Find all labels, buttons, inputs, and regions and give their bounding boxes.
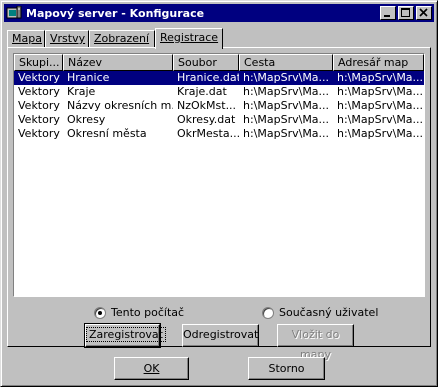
radio-this-computer[interactable]: Tento počítač xyxy=(94,306,184,319)
cell-name: Názvy okresních m... xyxy=(67,99,173,112)
maximize-icon xyxy=(401,8,410,17)
cell-group: Vektory xyxy=(18,99,60,112)
list-header: Skupi... Název Soubor Cesta Adresář map xyxy=(14,54,424,71)
tab-mapa[interactable]: Mapa xyxy=(7,30,45,47)
list-row[interactable]: Vektory Okresní města OkrMesta... h:\Map… xyxy=(14,127,424,141)
cell-map-dir: h:\MapSrv\Ma... xyxy=(337,99,424,112)
registered-layers-list[interactable]: Skupi... Název Soubor Cesta Adresář map … xyxy=(13,53,425,297)
column-header-name[interactable]: Název xyxy=(63,54,173,71)
close-icon xyxy=(419,8,428,17)
tab-label: Vrstvy xyxy=(50,32,86,45)
minimize-button[interactable] xyxy=(380,6,396,20)
close-button[interactable] xyxy=(416,6,432,20)
cell-file: OkrMesta... xyxy=(177,127,239,140)
cancel-button-label: Storno xyxy=(268,362,305,375)
insert-to-map-button[interactable]: Vložit do mapy xyxy=(277,324,354,361)
unregister-button-label: Odregistrovat xyxy=(183,328,259,341)
cell-file: NzOkMst... xyxy=(177,99,237,112)
cell-group: Vektory xyxy=(18,71,60,84)
ok-button-label: OK xyxy=(143,362,160,375)
cell-path: h:\MapSrv\Ma... xyxy=(243,85,330,98)
cell-name: Kraje xyxy=(67,85,96,98)
cell-map-dir: h:\MapSrv\Ma... xyxy=(337,127,424,140)
radio-this-computer-label: Tento počítač xyxy=(111,306,185,319)
cell-group: Vektory xyxy=(18,113,60,126)
tab-registrace[interactable]: Registrace xyxy=(155,28,223,49)
tab-label: Mapa xyxy=(12,32,42,45)
cell-name: Okresy xyxy=(67,113,106,126)
cell-file: Okresy.dat xyxy=(177,113,236,126)
cell-map-dir: h:\MapSrv\Ma... xyxy=(337,71,424,84)
tab-label: Registrace xyxy=(160,31,219,44)
cell-name: Hranice xyxy=(67,71,110,84)
registration-scope-group: Tento počítač Současný uživatel xyxy=(8,306,432,322)
register-button[interactable]: Zaregistrovat xyxy=(84,323,166,348)
minimize-icon xyxy=(384,15,390,17)
window-title: Mapový server - Konfigurace xyxy=(26,6,205,20)
cell-path: h:\MapSrv\Ma... xyxy=(243,71,330,84)
cell-name: Okresní města xyxy=(67,127,147,140)
unregister-button[interactable]: Odregistrovat xyxy=(182,324,259,347)
column-header-path[interactable]: Cesta xyxy=(239,54,333,71)
cancel-button[interactable]: Storno xyxy=(248,357,325,380)
map-server-icon xyxy=(6,5,22,20)
cell-group: Vektory xyxy=(18,127,60,140)
radio-current-user-label: Současný uživatel xyxy=(279,306,379,319)
tab-vrstvy[interactable]: Vrstvy xyxy=(45,30,89,47)
cell-map-dir: h:\MapSrv\Ma... xyxy=(337,113,424,126)
cell-map-dir: h:\MapSrv\Ma... xyxy=(337,85,424,98)
radio-current-user[interactable]: Současný uživatel xyxy=(262,306,378,319)
cell-path: h:\MapSrv\Ma... xyxy=(243,113,330,126)
list-row[interactable]: Vektory Názvy okresních m... NzOkMst... … xyxy=(14,99,424,113)
ok-button[interactable]: OK xyxy=(114,357,189,380)
list-row[interactable]: Vektory Hranice Hranice.dat h:\MapSrv\Ma… xyxy=(14,71,424,85)
list-row[interactable]: Vektory Okresy Okresy.dat h:\MapSrv\Ma..… xyxy=(14,113,424,127)
registrace-panel: Skupi... Název Soubor Cesta Adresář map … xyxy=(7,47,432,361)
maximize-button[interactable] xyxy=(398,6,414,20)
cell-path: h:\MapSrv\Ma... xyxy=(243,127,330,140)
tab-label: Zobrazení xyxy=(94,32,150,45)
title-bar[interactable]: Mapový server - Konfigurace xyxy=(4,4,434,22)
cell-file: Kraje.dat xyxy=(177,85,227,98)
column-header-map-dir[interactable]: Adresář map xyxy=(333,54,424,71)
list-row[interactable]: Vektory Kraje Kraje.dat h:\MapSrv\Ma... … xyxy=(14,85,424,99)
register-button-label: Zaregistrovat xyxy=(86,327,166,342)
cell-group: Vektory xyxy=(18,85,60,98)
tab-zobrazeni[interactable]: Zobrazení xyxy=(89,30,155,47)
cell-path: h:\MapSrv\Ma... xyxy=(243,99,330,112)
column-header-group[interactable]: Skupi... xyxy=(14,54,63,71)
radio-this-computer-button[interactable] xyxy=(94,306,106,319)
radio-current-user-button[interactable] xyxy=(262,306,274,319)
config-window: Mapový server - Konfigurace Mapa Vrstvy … xyxy=(0,0,438,387)
cell-file: Hranice.dat xyxy=(177,71,239,84)
column-header-file[interactable]: Soubor xyxy=(173,54,239,71)
